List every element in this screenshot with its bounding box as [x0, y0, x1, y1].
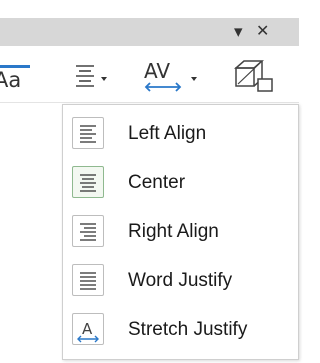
spacing-text: AV [144, 59, 170, 83]
same-letter-heights-button[interactable]: Aa [0, 54, 40, 94]
menu-item-left-align[interactable]: Left Align [63, 110, 298, 158]
menu-item-label: Stretch Justify [128, 319, 248, 340]
menu-item-center[interactable]: Center [63, 159, 298, 207]
justify-icon [72, 264, 104, 296]
chevron-down-icon [101, 77, 107, 81]
align-left-icon [72, 117, 104, 149]
align-center-icon [76, 65, 107, 87]
panel-menu-dropdown-icon[interactable]: ▾ [234, 22, 243, 42]
menu-item-label: Word Justify [128, 270, 233, 291]
extrusion-cube-icon [234, 60, 273, 92]
toggle-extrusion-button[interactable] [228, 54, 278, 94]
character-spacing-dropdown-button[interactable]: AV [140, 54, 210, 94]
font-case-text: Aa [0, 68, 21, 92]
panel-close-icon[interactable]: ✕ [256, 22, 269, 42]
menu-item-right-align[interactable]: Right Align [63, 208, 298, 256]
menu-item-label: Center [128, 172, 186, 193]
alignment-menu: Left Align Center Right Align Word Justi… [62, 104, 299, 360]
panel-titlebar: ▾ ✕ [0, 18, 299, 46]
stretch-justify-icon: A [72, 313, 104, 345]
fontwork-toolbar: Aa AV [0, 46, 299, 103]
svg-text:A: A [82, 320, 93, 338]
character-spacing-icon: AV [144, 59, 197, 92]
menu-item-word-justify[interactable]: Word Justify [63, 257, 298, 305]
menu-item-label: Right Align [128, 221, 219, 242]
align-center-icon [72, 166, 104, 198]
chevron-down-icon [191, 77, 197, 81]
letter-heights-icon: Aa [0, 65, 30, 92]
menu-item-label: Left Align [128, 123, 207, 144]
alignment-dropdown-button[interactable] [70, 54, 128, 94]
align-right-icon [72, 215, 104, 247]
menu-item-stretch-justify[interactable]: A Stretch Justify [63, 306, 298, 354]
